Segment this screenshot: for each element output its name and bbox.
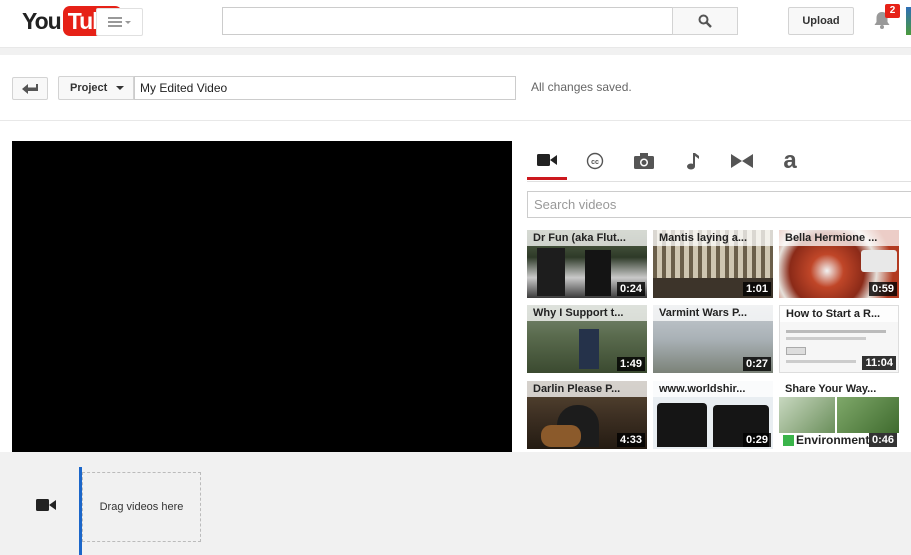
chevron-down-icon <box>116 86 125 90</box>
masthead-separator <box>0 47 911 55</box>
tab-separator <box>527 181 911 182</box>
photo-camera-icon <box>634 153 654 169</box>
tab-videos[interactable] <box>527 142 567 180</box>
video-duration: 1:49 <box>616 357 645 371</box>
tab-audio[interactable] <box>673 142 713 180</box>
video-duration: 11:04 <box>862 356 896 370</box>
site-search-input[interactable] <box>222 7 673 35</box>
video-duration: 0:59 <box>868 282 897 296</box>
hamburger-menu-icon <box>107 17 131 27</box>
video-duration: 0:29 <box>742 433 771 447</box>
environment-square-icon <box>783 434 794 446</box>
tab-text[interactable]: a <box>770 142 810 180</box>
video-duration: 0:27 <box>742 357 771 371</box>
video-duration: 4:33 <box>616 433 645 447</box>
text-icon: a <box>783 147 797 174</box>
video-duration: 0:24 <box>616 282 645 296</box>
video-duration: 1:01 <box>742 282 771 296</box>
search-icon <box>698 14 712 28</box>
guide-menu-button[interactable] <box>96 8 143 36</box>
video-preview-player[interactable] <box>12 141 512 452</box>
video-thumbnail[interactable]: Share Your Way... Environment 0:46 <box>779 381 899 449</box>
video-search-input[interactable]: Search videos <box>527 191 911 218</box>
notification-count-badge: 2 <box>885 4 900 18</box>
video-thumbnail[interactable]: Why I Support t... 1:49 <box>527 305 647 373</box>
video-title: www.worldshir... <box>653 381 773 397</box>
upload-button[interactable]: Upload <box>788 7 854 35</box>
video-camera-icon <box>537 153 557 166</box>
environment-label: Environment <box>783 433 869 447</box>
back-button[interactable] <box>12 77 48 100</box>
tab-photos[interactable] <box>624 142 664 180</box>
video-thumbnail[interactable]: Dr Fun (aka Flut... 0:24 <box>527 230 647 298</box>
video-thumbnail[interactable]: Bella Hermione ... 0:59 <box>779 230 899 298</box>
project-title-input[interactable]: My Edited Video <box>134 76 516 100</box>
video-duration: 0:46 <box>868 433 897 447</box>
video-thumbnail[interactable]: Mantis laying a... 1:01 <box>653 230 773 298</box>
video-title: Darlin Please P... <box>527 381 647 397</box>
video-title: How to Start a R... <box>780 306 898 322</box>
masthead: You Tube Upload 2 <box>0 0 911 47</box>
logo-you-text: You <box>22 7 62 34</box>
video-editor-page: You Tube Upload 2 Project My Edited Vide… <box>0 0 911 555</box>
project-menu-button[interactable]: Project <box>58 76 134 100</box>
avatar[interactable] <box>906 7 911 35</box>
project-bar-separator <box>0 120 911 121</box>
video-track-camera-icon <box>36 499 56 511</box>
video-thumbnail[interactable]: www.worldshir... 0:29 <box>653 381 773 449</box>
video-thumbnail[interactable]: Darlin Please P... 4:33 <box>527 381 647 449</box>
video-title: Bella Hermione ... <box>779 230 899 246</box>
environment-label-text: Environment <box>796 433 870 447</box>
save-status-text: All changes saved. <box>531 80 632 94</box>
tab-transitions[interactable] <box>722 142 762 180</box>
video-title: Dr Fun (aka Flut... <box>527 230 647 246</box>
video-title: Mantis laying a... <box>653 230 773 246</box>
video-title: Why I Support t... <box>527 305 647 321</box>
video-title: Share Your Way... <box>779 381 899 397</box>
back-arrow-icon <box>22 83 38 94</box>
transitions-icon <box>731 154 753 168</box>
video-title: Varmint Wars P... <box>653 305 773 321</box>
search-button[interactable] <box>672 7 738 35</box>
video-thumbnail[interactable]: How to Start a R... 11:04 <box>779 305 899 373</box>
video-drop-zone[interactable]: Drag videos here <box>82 472 201 542</box>
project-menu-label: Project <box>70 82 108 94</box>
video-thumbnail[interactable]: Varmint Wars P... 0:27 <box>653 305 773 373</box>
creative-commons-icon: cc <box>586 152 604 170</box>
music-note-icon <box>687 153 699 170</box>
svg-text:cc: cc <box>591 159 599 166</box>
tab-creative-commons[interactable]: cc <box>575 142 615 180</box>
